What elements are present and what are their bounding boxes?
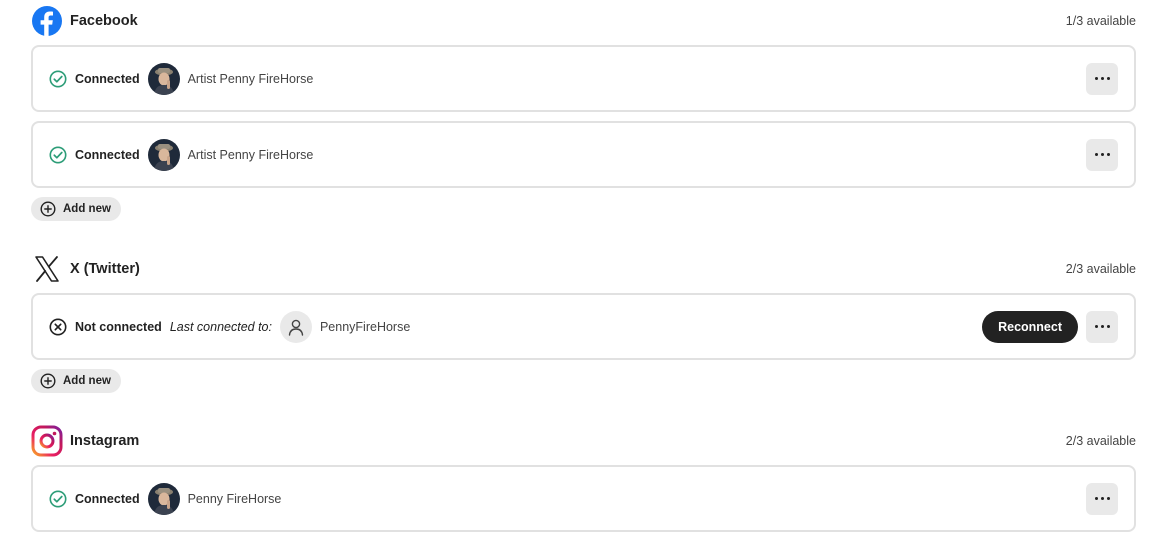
platform-name: Instagram <box>70 433 140 449</box>
avatar <box>147 482 180 515</box>
add-new-button[interactable]: Add new <box>31 369 121 393</box>
more-options-button[interactable] <box>1086 482 1118 515</box>
more-options-button[interactable] <box>1086 62 1118 95</box>
account-card: Connected Artist Penny FireHorse <box>31 121 1136 188</box>
plus-circle-icon <box>40 201 56 217</box>
instagram-section-header: Instagram 2/3 available <box>31 425 1136 457</box>
platform-name: X (Twitter) <box>70 261 140 277</box>
status-label: Not connected <box>75 319 162 334</box>
account-card: Connected Penny FireHorse <box>31 465 1136 532</box>
x-logo-icon <box>31 253 63 285</box>
account-name: Artist Penny FireHorse <box>187 147 314 162</box>
availability-count: 1/3 available <box>1065 14 1136 28</box>
account-name: Artist Penny FireHorse <box>187 71 314 86</box>
availability-count: 2/3 available <box>1065 434 1136 448</box>
add-new-button[interactable]: Add new <box>31 197 121 221</box>
check-circle-icon <box>49 146 67 164</box>
reconnect-button[interactable]: Reconnect <box>982 310 1078 343</box>
last-connected-label: Last connected to: <box>169 319 272 334</box>
avatar <box>147 138 180 171</box>
status-label: Connected <box>75 71 140 86</box>
account-name: PennyFireHorse <box>319 319 411 334</box>
platform-name: Facebook <box>70 13 138 29</box>
plus-circle-icon <box>40 373 56 389</box>
more-options-button[interactable] <box>1086 310 1118 343</box>
facebook-section-header: Facebook 1/3 available <box>31 5 1136 37</box>
instagram-icon <box>31 425 63 457</box>
x-circle-icon <box>49 318 67 336</box>
avatar <box>147 62 180 95</box>
status-label: Connected <box>75 147 140 162</box>
check-circle-icon <box>49 70 67 88</box>
facebook-icon <box>31 5 63 37</box>
add-new-label: Add new <box>63 375 111 387</box>
more-options-button[interactable] <box>1086 138 1118 171</box>
availability-count: 2/3 available <box>1065 262 1136 276</box>
account-card: Connected Artist Penny FireHorse <box>31 45 1136 112</box>
account-name: Penny FireHorse <box>187 491 282 506</box>
status-label: Connected <box>75 491 140 506</box>
account-card: Not connected Last connected to: PennyFi… <box>31 293 1136 360</box>
twitter-section-header: X (Twitter) 2/3 available <box>31 253 1136 285</box>
add-new-label: Add new <box>63 203 111 215</box>
user-icon <box>279 310 312 343</box>
check-circle-icon <box>49 490 67 508</box>
